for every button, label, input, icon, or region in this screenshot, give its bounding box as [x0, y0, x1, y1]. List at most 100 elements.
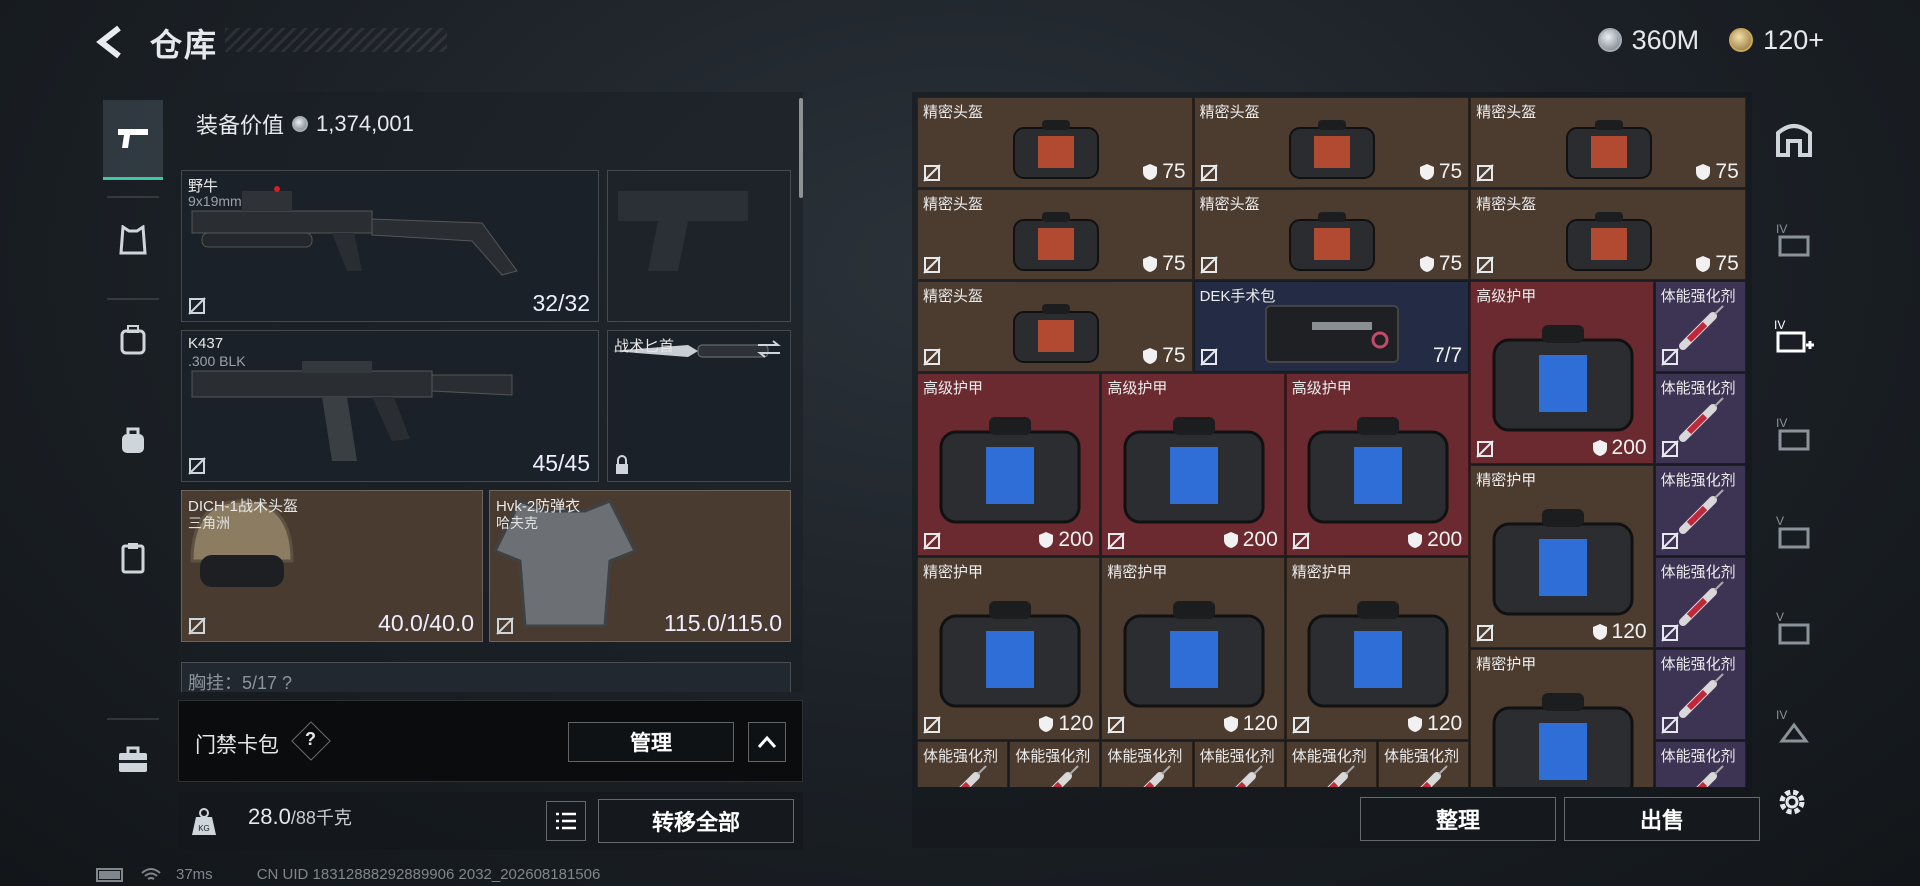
- storage-item[interactable]: 精密护甲: [1470, 649, 1654, 787]
- storage-item-value-text: 200: [1242, 528, 1278, 551]
- sell-button[interactable]: 出售: [1564, 797, 1760, 841]
- helmet-case-icon: [1012, 211, 1099, 271]
- storage-item-name: 精密头盔: [1476, 104, 1537, 121]
- storage-item[interactable]: 体能强化剂: [1654, 465, 1746, 556]
- storage-item[interactable]: 精密护甲 120: [1470, 465, 1654, 648]
- no-insure-icon: [1199, 348, 1218, 366]
- rail-bag[interactable]: [103, 400, 163, 480]
- rail-case[interactable]: [103, 720, 163, 800]
- storage-item[interactable]: 精密头盔 75: [1470, 97, 1746, 188]
- pistol-slot[interactable]: [607, 170, 791, 322]
- armor-case-icon: [939, 417, 1081, 524]
- arch-icon: [1776, 124, 1812, 157]
- secondary-weapon-caliber: .300 BLK: [188, 353, 246, 369]
- helmet-slot[interactable]: DICH-1战术头盔 三角洲 40.0/40.0: [181, 490, 483, 642]
- storage-item[interactable]: 精密头盔 75: [1193, 189, 1470, 280]
- syringe-icon: [1679, 672, 1724, 718]
- rail-storage-5a[interactable]: V: [1768, 496, 1820, 566]
- storage-item-value-text: 120: [1611, 620, 1647, 643]
- swap-icon[interactable]: [756, 339, 782, 359]
- helmet-case-icon: [1565, 211, 1652, 271]
- rail-storage-4a[interactable]: IV: [1768, 204, 1820, 274]
- rail-storage-4c[interactable]: IV: [1768, 690, 1820, 760]
- storage-item[interactable]: 精密头盔 75: [917, 189, 1193, 280]
- storage-item-name: 精密头盔: [923, 104, 984, 121]
- melee-slot[interactable]: 战术匕首: [607, 330, 791, 482]
- storage-item[interactable]: 精密头盔 75: [1193, 97, 1470, 188]
- storage-item-value: 120: [1592, 620, 1647, 644]
- storage-item[interactable]: 高级护甲 200: [1285, 373, 1470, 556]
- storage-item[interactable]: DEK手术包 7/7: [1193, 281, 1470, 372]
- storage-item[interactable]: 体能强化剂: [1654, 281, 1746, 372]
- weight-current: 28.0: [248, 804, 291, 829]
- no-insure-icon: [1660, 532, 1679, 550]
- transfer-all-button[interactable]: 转移全部: [598, 799, 794, 843]
- armor-case-icon: [1492, 693, 1634, 787]
- primary-weapon-slot[interactable]: 野牛 9x19mm 32/32: [181, 170, 599, 322]
- storage-item[interactable]: 高级护甲 200: [1470, 281, 1654, 464]
- equipment-value-amount: 1,374,001: [316, 111, 414, 136]
- title-decoration: [225, 28, 447, 52]
- storage-item[interactable]: 精密护甲 120: [1101, 557, 1285, 740]
- shield-icon: [1223, 532, 1238, 548]
- storage-tier-icon: V: [1776, 514, 1810, 549]
- currency-display: 360M 120+: [1494, 20, 1824, 60]
- no-insure-icon: [1660, 716, 1679, 734]
- pistol-icon: [118, 128, 148, 148]
- storage-item-value-text: 75: [1162, 344, 1186, 367]
- storage-item[interactable]: 精密头盔 75: [917, 97, 1193, 188]
- expand-button[interactable]: [748, 722, 786, 762]
- storage-item[interactable]: 体能强化剂: [917, 741, 1009, 787]
- vest-icon: [119, 225, 147, 255]
- battery-icon: [96, 867, 123, 882]
- storage-item[interactable]: 精密护甲 120: [917, 557, 1101, 740]
- helmet-durability: 40.0/40.0: [378, 610, 474, 636]
- back-button[interactable]: [92, 20, 128, 64]
- storage-item[interactable]: 高级护甲 200: [1101, 373, 1285, 556]
- rail-storage-4b[interactable]: IV: [1768, 398, 1820, 468]
- storage-item-value-text: 75: [1162, 160, 1186, 183]
- storage-item-value: 75: [1419, 160, 1462, 184]
- no-insure-icon: [1660, 624, 1679, 642]
- no-insure-icon: [1107, 532, 1126, 550]
- storage-item[interactable]: 体能强化剂: [1101, 741, 1193, 787]
- rail-armor[interactable]: [103, 200, 163, 280]
- armor-case-icon: [1307, 417, 1449, 524]
- gold-amount: 120+: [1763, 24, 1824, 55]
- storage-item-name: 体能强化剂: [1660, 656, 1736, 673]
- shield-icon: [1696, 164, 1711, 180]
- storage-item[interactable]: 精密头盔 75: [1470, 189, 1746, 280]
- list-view-button[interactable]: [546, 801, 586, 841]
- category-rail: [95, 88, 171, 828]
- secondary-weapon-slot[interactable]: K437 .300 BLK 45/45: [181, 330, 599, 482]
- rail-storage-all[interactable]: [1768, 104, 1820, 174]
- storage-item[interactable]: 体能强化剂: [1654, 557, 1746, 648]
- rail-pouch[interactable]: [103, 518, 163, 598]
- rail-storage-5b[interactable]: V: [1768, 592, 1820, 662]
- equipment-value: 装备价值 1,374,001: [196, 108, 414, 140]
- manage-button[interactable]: 管理: [568, 722, 734, 762]
- storage-item-value-text: 200: [1611, 436, 1647, 459]
- lock-icon: [616, 455, 628, 474]
- armor-case-icon: [939, 601, 1081, 708]
- storage-item[interactable]: 体能强化剂: [1378, 741, 1470, 787]
- storage-item-value: 75: [1142, 252, 1186, 276]
- storage-item[interactable]: 体能强化剂: [1654, 373, 1746, 464]
- storage-item[interactable]: 体能强化剂: [1009, 741, 1101, 787]
- storage-item[interactable]: 高级护甲 200: [917, 373, 1101, 556]
- equipment-scrollbar[interactable]: [799, 98, 803, 198]
- settings-button[interactable]: [1772, 782, 1812, 822]
- storage-item[interactable]: 体能强化剂: [1654, 649, 1746, 740]
- rail-backpack[interactable]: [103, 300, 163, 380]
- rail-weapons[interactable]: [103, 100, 163, 180]
- storage-item[interactable]: 精密护甲 120: [1285, 557, 1470, 740]
- storage-item[interactable]: 体能强化剂: [1193, 741, 1285, 787]
- storage-item[interactable]: 体能强化剂: [1285, 741, 1377, 787]
- sort-button[interactable]: 整理: [1360, 797, 1556, 841]
- rail-storage-add[interactable]: IV: [1768, 300, 1820, 370]
- storage-item[interactable]: 体能强化剂: [1654, 741, 1746, 787]
- chest-rig-slot[interactable]: 胸挂：5/17 ?: [181, 662, 791, 692]
- armor-slot[interactable]: Hvk-2防弹衣 哈夫克 115.0/115.0: [489, 490, 791, 642]
- syringe-icon: [1679, 488, 1724, 534]
- storage-item[interactable]: 精密头盔 75: [917, 281, 1193, 372]
